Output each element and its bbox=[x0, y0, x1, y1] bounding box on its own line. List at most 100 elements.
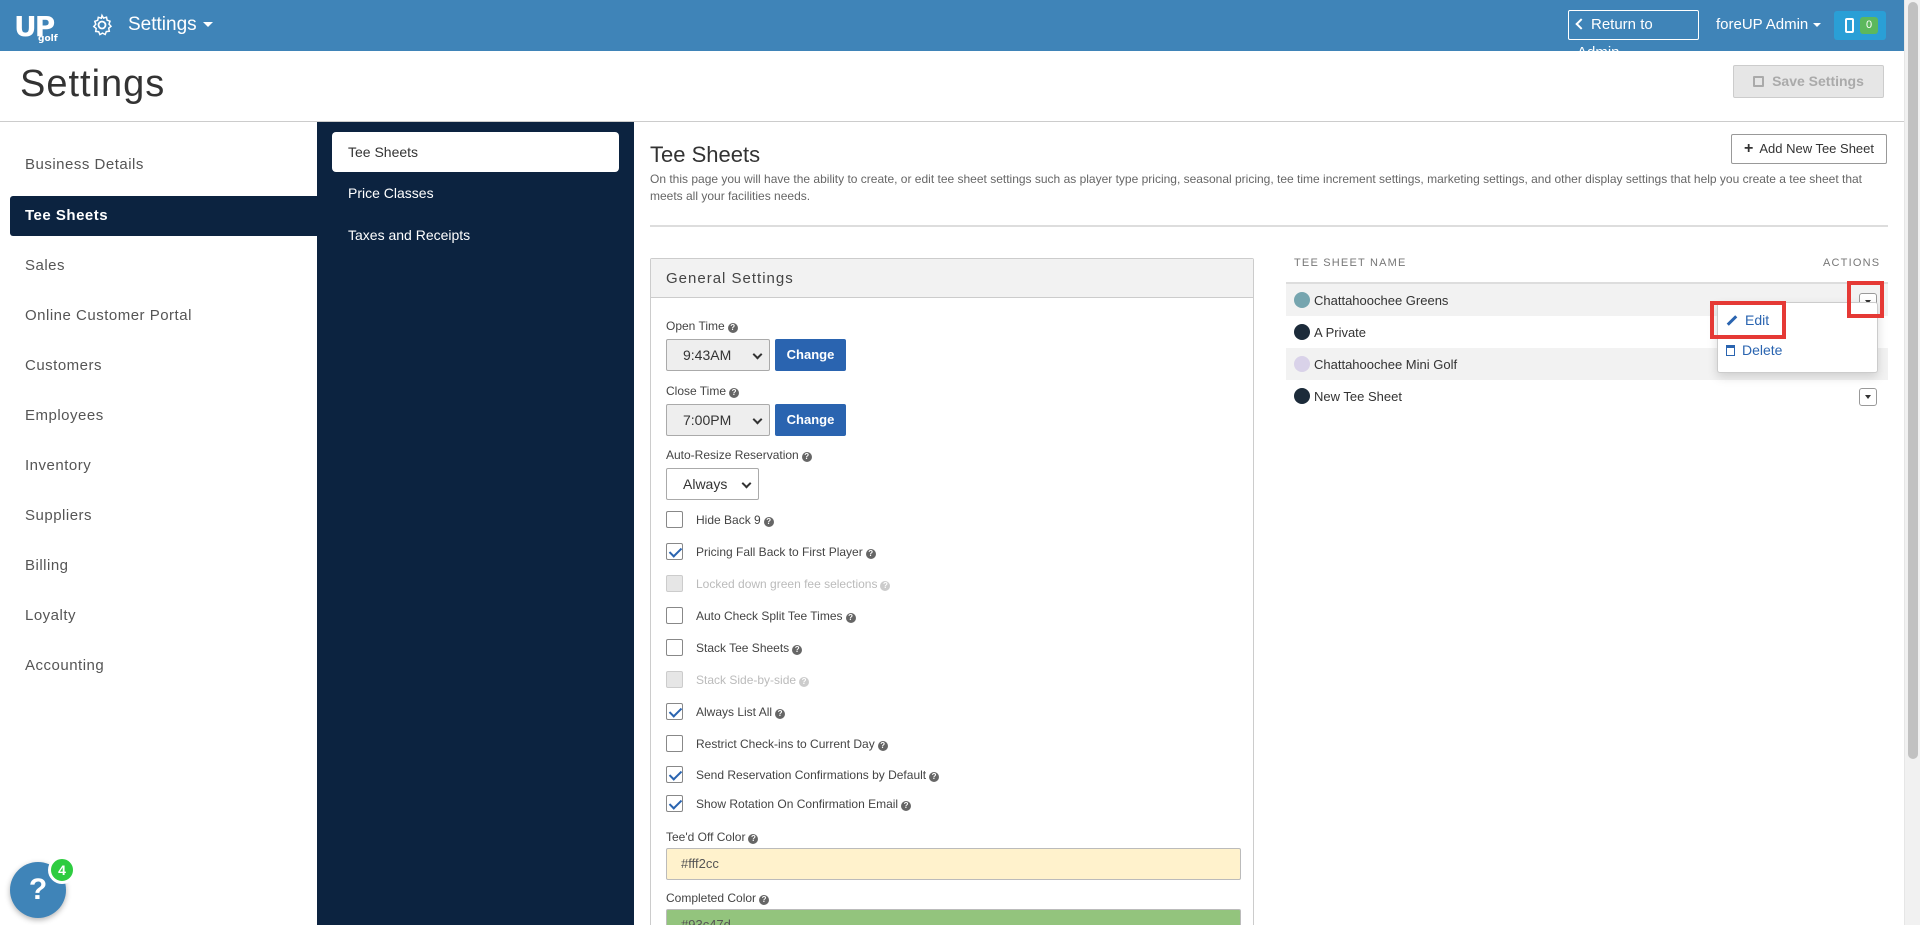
help-icon[interactable]: ? bbox=[880, 581, 891, 591]
checkbox[interactable] bbox=[666, 511, 683, 528]
general-settings-heading: General Settings bbox=[651, 259, 1253, 298]
help-icon[interactable]: ? bbox=[792, 645, 803, 655]
settings-menu[interactable]: Settings bbox=[128, 14, 213, 36]
checkbox[interactable] bbox=[666, 543, 683, 560]
help-icon[interactable]: ? bbox=[727, 323, 738, 333]
help-icon[interactable]: ? bbox=[901, 801, 912, 811]
auto-resize-select[interactable]: Always bbox=[666, 468, 759, 500]
help-icon[interactable]: ? bbox=[775, 709, 786, 719]
sidebar-item-inventory[interactable]: Inventory bbox=[10, 446, 317, 486]
checkbox-label-wrap: Send Reservation Confirmations by Defaul… bbox=[696, 768, 940, 782]
auto-resize-label: Auto-Resize Reservation? bbox=[666, 448, 812, 462]
checkbox-label: Pricing Fall Back to First Player bbox=[696, 545, 863, 559]
checkbox[interactable] bbox=[666, 735, 683, 752]
help-icon[interactable]: ? bbox=[801, 452, 812, 462]
chevron-left-icon bbox=[1575, 18, 1587, 30]
foreup-logo[interactable]: UP golf bbox=[14, 10, 58, 44]
add-new-tee-sheet-label: Add New Tee Sheet bbox=[1759, 141, 1874, 156]
sidebar-item-loyalty[interactable]: Loyalty bbox=[10, 596, 317, 636]
open-time-value: 9:43AM bbox=[683, 347, 732, 363]
help-icon[interactable]: ? bbox=[759, 895, 770, 905]
sidebar-item-employees[interactable]: Employees bbox=[10, 396, 317, 436]
checkbox bbox=[666, 671, 683, 688]
checkbox-label: Show Rotation On Confirmation Email bbox=[696, 797, 899, 811]
teed-off-color-input[interactable]: #fff2cc bbox=[666, 848, 1241, 880]
sidebar-item-accounting[interactable]: Accounting bbox=[10, 646, 317, 686]
checkbox-label-wrap: Pricing Fall Back to First Player? bbox=[696, 545, 876, 559]
help-icon[interactable]: ? bbox=[799, 677, 810, 687]
page-header: Settings Save Settings bbox=[0, 51, 1904, 122]
main-content: Tee Sheets On this page you will have th… bbox=[634, 122, 1904, 925]
help-icon[interactable]: ? bbox=[877, 741, 888, 751]
save-settings-button[interactable]: Save Settings bbox=[1733, 65, 1884, 98]
chevron-down-icon bbox=[752, 414, 763, 425]
checkbox-label: Always List All bbox=[696, 705, 773, 719]
sidebar-item-business-details[interactable]: Business Details bbox=[10, 145, 317, 185]
completed-color-label: Completed Color? bbox=[666, 891, 770, 905]
close-time-select[interactable]: 7:00PM bbox=[666, 404, 770, 436]
add-new-tee-sheet-button[interactable]: + Add New Tee Sheet bbox=[1731, 134, 1887, 164]
checkbox-label-wrap: Hide Back 9? bbox=[696, 513, 774, 527]
plus-icon: + bbox=[1743, 140, 1754, 157]
completed-color-input[interactable]: #93c47d bbox=[666, 909, 1241, 925]
general-settings-panel: General Settings Open Time? 9:43AM Chang… bbox=[650, 258, 1254, 925]
checkbox[interactable] bbox=[666, 766, 683, 783]
page-scrollbar[interactable] bbox=[1904, 0, 1920, 925]
section-description: On this page you will have the ability t… bbox=[650, 172, 1863, 203]
save-icon bbox=[1753, 76, 1765, 87]
gear-icon[interactable] bbox=[90, 13, 114, 37]
checkbox-label: Auto Check Split Tee Times bbox=[696, 609, 843, 623]
divider bbox=[650, 225, 1888, 227]
close-time-change-button[interactable]: Change bbox=[775, 404, 846, 436]
checkbox-label-wrap: Auto Check Split Tee Times? bbox=[696, 609, 856, 623]
page-title: Settings bbox=[20, 63, 166, 105]
save-settings-label: Save Settings bbox=[1772, 73, 1864, 89]
scrollbar-thumb[interactable] bbox=[1908, 2, 1918, 759]
help-icon[interactable]: ? bbox=[748, 834, 759, 844]
checkbox[interactable] bbox=[666, 607, 683, 624]
open-time-label-text: Open Time bbox=[666, 319, 725, 333]
close-time-label-text: Close Time bbox=[666, 384, 727, 398]
open-time-label: Open Time? bbox=[666, 319, 738, 333]
checkbox-label-wrap: Restrict Check-ins to Current Day? bbox=[696, 737, 888, 751]
teed-off-color-label: Tee'd Off Color? bbox=[666, 830, 759, 844]
checkbox-label: Hide Back 9 bbox=[696, 513, 761, 527]
checkbox-label-wrap: Stack Side-by-side? bbox=[696, 673, 810, 687]
sidebar-item-suppliers[interactable]: Suppliers bbox=[10, 496, 317, 536]
checkbox[interactable] bbox=[666, 639, 683, 656]
sidebar-item-online-customer-portal[interactable]: Online Customer Portal bbox=[10, 296, 317, 336]
checkbox bbox=[666, 575, 683, 592]
checkbox-label-wrap: Stack Tee Sheets? bbox=[696, 641, 803, 655]
sidebar-item-billing[interactable]: Billing bbox=[10, 546, 317, 586]
checkbox[interactable] bbox=[666, 703, 683, 720]
help-icon[interactable]: ? bbox=[929, 772, 940, 782]
sidebar-item-tee-sheets[interactable]: Tee Sheets bbox=[10, 196, 317, 236]
checkbox-label-wrap: Always List All? bbox=[696, 705, 786, 719]
logo-subtext: golf bbox=[38, 34, 58, 44]
auto-resize-label-text: Auto-Resize Reservation bbox=[666, 448, 799, 462]
devices-button[interactable]: 0 bbox=[1834, 11, 1886, 40]
user-menu[interactable]: foreUP Admin bbox=[1716, 16, 1822, 33]
mobile-phone-icon bbox=[1845, 18, 1854, 33]
open-time-select[interactable]: 9:43AM bbox=[666, 339, 770, 371]
subnav-item-price-classes[interactable]: Price Classes bbox=[332, 173, 619, 213]
close-time-label: Close Time? bbox=[666, 384, 740, 398]
subnav-item-taxes-and-receipts[interactable]: Taxes and Receipts bbox=[332, 215, 619, 255]
return-to-admin-button[interactable]: Return to Admin bbox=[1568, 10, 1699, 61]
help-notification-badge: 4 bbox=[48, 856, 76, 884]
checkbox-label-wrap: Locked down green fee selections? bbox=[696, 577, 891, 591]
help-icon[interactable]: ? bbox=[865, 549, 876, 559]
section-title: Tee Sheets bbox=[650, 142, 761, 167]
devices-count-badge: 0 bbox=[1860, 17, 1878, 34]
subnav-item-tee-sheets[interactable]: Tee Sheets bbox=[332, 132, 619, 172]
settings-menu-label: Settings bbox=[128, 14, 197, 35]
help-icon[interactable]: ? bbox=[845, 613, 856, 623]
sidebar-item-sales[interactable]: Sales bbox=[10, 246, 317, 286]
checkbox-label: Restrict Check-ins to Current Day bbox=[696, 737, 875, 751]
checkbox[interactable] bbox=[666, 795, 683, 812]
help-icon[interactable]: ? bbox=[763, 517, 774, 527]
checkbox-label: Stack Tee Sheets bbox=[696, 641, 790, 655]
open-time-change-button[interactable]: Change bbox=[775, 339, 846, 371]
help-icon[interactable]: ? bbox=[729, 388, 740, 398]
sidebar-item-customers[interactable]: Customers bbox=[10, 346, 317, 386]
